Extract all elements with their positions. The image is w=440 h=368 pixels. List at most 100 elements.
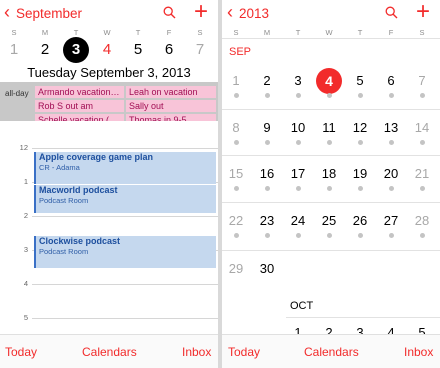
- search-icon[interactable]: [385, 6, 398, 24]
- event-indicator-dot: [358, 140, 363, 145]
- all-day-event[interactable]: Schelle vacation (: [35, 114, 124, 121]
- month-day-cell[interactable]: 19: [345, 166, 375, 182]
- month-day-cell[interactable]: 13: [376, 120, 406, 136]
- today-tab[interactable]: Today: [228, 345, 260, 359]
- month-day-cell[interactable]: 29: [222, 261, 251, 277]
- event-block[interactable]: Clockwise podcast Podcast Room: [34, 236, 216, 268]
- weekday-label: T: [73, 28, 79, 37]
- all-day-event[interactable]: Rob S out am: [35, 100, 124, 112]
- event-indicator-dot: [296, 233, 301, 238]
- month-day-cell[interactable]: 23: [252, 213, 282, 229]
- month-day-cell[interactable]: 18: [314, 166, 344, 182]
- row-divider: [286, 317, 440, 318]
- month-day-cell[interactable]: 16: [252, 166, 282, 182]
- event-indicator-dot: [327, 93, 332, 98]
- event-indicator-dot: [358, 233, 363, 238]
- weekday-label: W: [325, 28, 333, 37]
- week-day-cell[interactable]: 2: [30, 40, 60, 60]
- all-day-label: all-day: [5, 89, 29, 98]
- calendars-tab[interactable]: Calendars: [304, 345, 359, 359]
- calendars-tab[interactable]: Calendars: [82, 345, 137, 359]
- all-day-event[interactable]: Leah on vacation: [126, 86, 216, 98]
- month-day-cell[interactable]: 10: [283, 120, 313, 136]
- month-day-cell[interactable]: 20: [376, 166, 406, 182]
- month-day-cell[interactable]: 12: [345, 120, 375, 136]
- month-day-cell[interactable]: 30: [252, 261, 282, 277]
- today-date-cell[interactable]: 4: [316, 68, 342, 94]
- month-day-cell[interactable]: 11: [314, 120, 344, 136]
- event-indicator-dot: [234, 233, 239, 238]
- month-day-cell[interactable]: 21: [407, 166, 437, 182]
- event-block[interactable]: Apple coverage game plan CR - Adama: [34, 152, 216, 184]
- hour-label: 3: [23, 245, 28, 254]
- all-day-event[interactable]: Armando vacation…: [35, 86, 124, 98]
- hour-gridline: [32, 148, 218, 149]
- event-indicator-dot: [327, 233, 332, 238]
- event-location: Podcast Room: [39, 247, 89, 256]
- row-divider: [222, 250, 440, 251]
- event-indicator-dot: [327, 186, 332, 191]
- back-to-year-button[interactable]: 2013: [239, 6, 269, 21]
- month-day-cell[interactable]: 28: [407, 213, 437, 229]
- week-day-cell[interactable]: 6: [154, 40, 184, 60]
- event-indicator-dot: [420, 93, 425, 98]
- event-indicator-dot: [389, 233, 394, 238]
- month-day-cell[interactable]: 6: [376, 73, 406, 89]
- event-indicator-dot: [296, 93, 301, 98]
- event-title: Clockwise podcast: [39, 236, 121, 246]
- selected-date-title: Tuesday September 3, 2013: [27, 65, 191, 80]
- weekday-label: F: [166, 28, 172, 37]
- all-day-event[interactable]: Thomas in 9-5: [126, 114, 216, 121]
- event-indicator-dot: [265, 233, 270, 238]
- month-day-cell[interactable]: 2: [252, 73, 282, 89]
- month-day-cell[interactable]: 1: [222, 73, 251, 89]
- row-divider: [222, 109, 440, 110]
- event-title: Macworld podcast: [39, 185, 118, 195]
- add-event-icon[interactable]: +: [194, 0, 208, 24]
- event-location: Podcast Room: [39, 196, 89, 205]
- hour-label: 4: [23, 279, 28, 288]
- month-day-cell[interactable]: 7: [407, 73, 437, 89]
- week-day-cell[interactable]: 5: [123, 40, 153, 60]
- month-day-cell[interactable]: 5: [345, 73, 375, 89]
- week-day-cell[interactable]: 4: [92, 40, 122, 60]
- today-tab[interactable]: Today: [5, 345, 37, 359]
- back-to-month-button[interactable]: September: [16, 6, 82, 21]
- search-icon[interactable]: [163, 6, 176, 24]
- month-day-cell[interactable]: 26: [345, 213, 375, 229]
- event-indicator-dot: [420, 186, 425, 191]
- week-day-cell[interactable]: 1: [0, 40, 29, 60]
- hour-label: 5: [23, 313, 28, 322]
- hour-gridline: [32, 318, 218, 319]
- event-indicator-dot: [358, 186, 363, 191]
- weekday-label: T: [295, 28, 301, 37]
- event-indicator-dot: [389, 140, 394, 145]
- week-day-cell[interactable]: 7: [185, 40, 215, 60]
- month-day-cell[interactable]: 14: [407, 120, 437, 136]
- back-chevron-icon[interactable]: ‹: [4, 3, 10, 21]
- inbox-tab[interactable]: Inbox: [182, 345, 211, 359]
- month-day-cell[interactable]: 27: [376, 213, 406, 229]
- all-day-event[interactable]: Sally out: [126, 100, 216, 112]
- event-block[interactable]: Macworld podcast Podcast Room: [34, 185, 216, 213]
- month-day-cell[interactable]: 3: [283, 73, 313, 89]
- month-day-cell[interactable]: 15: [222, 166, 251, 182]
- day-view-panel: ‹ September + SMTWTFS 1234567 Tuesday Se…: [0, 0, 218, 368]
- next-month-label: OCT: [290, 300, 314, 312]
- hour-gridline: [32, 216, 218, 217]
- month-day-cell[interactable]: 22: [222, 213, 251, 229]
- month-day-cell[interactable]: 9: [252, 120, 282, 136]
- weekday-label: M: [263, 28, 271, 37]
- event-indicator-dot: [234, 140, 239, 145]
- month-day-cell[interactable]: 8: [222, 120, 251, 136]
- weekday-label: T: [135, 28, 141, 37]
- selected-day[interactable]: 3: [63, 37, 89, 63]
- inbox-tab[interactable]: Inbox: [404, 345, 433, 359]
- month-day-cell[interactable]: 24: [283, 213, 313, 229]
- month-day-cell[interactable]: 17: [283, 166, 313, 182]
- add-event-icon[interactable]: +: [416, 0, 430, 24]
- hour-label: 2: [23, 211, 28, 220]
- month-day-cell[interactable]: 25: [314, 213, 344, 229]
- back-chevron-icon[interactable]: ‹: [227, 3, 233, 21]
- month-label: SEP: [229, 46, 252, 58]
